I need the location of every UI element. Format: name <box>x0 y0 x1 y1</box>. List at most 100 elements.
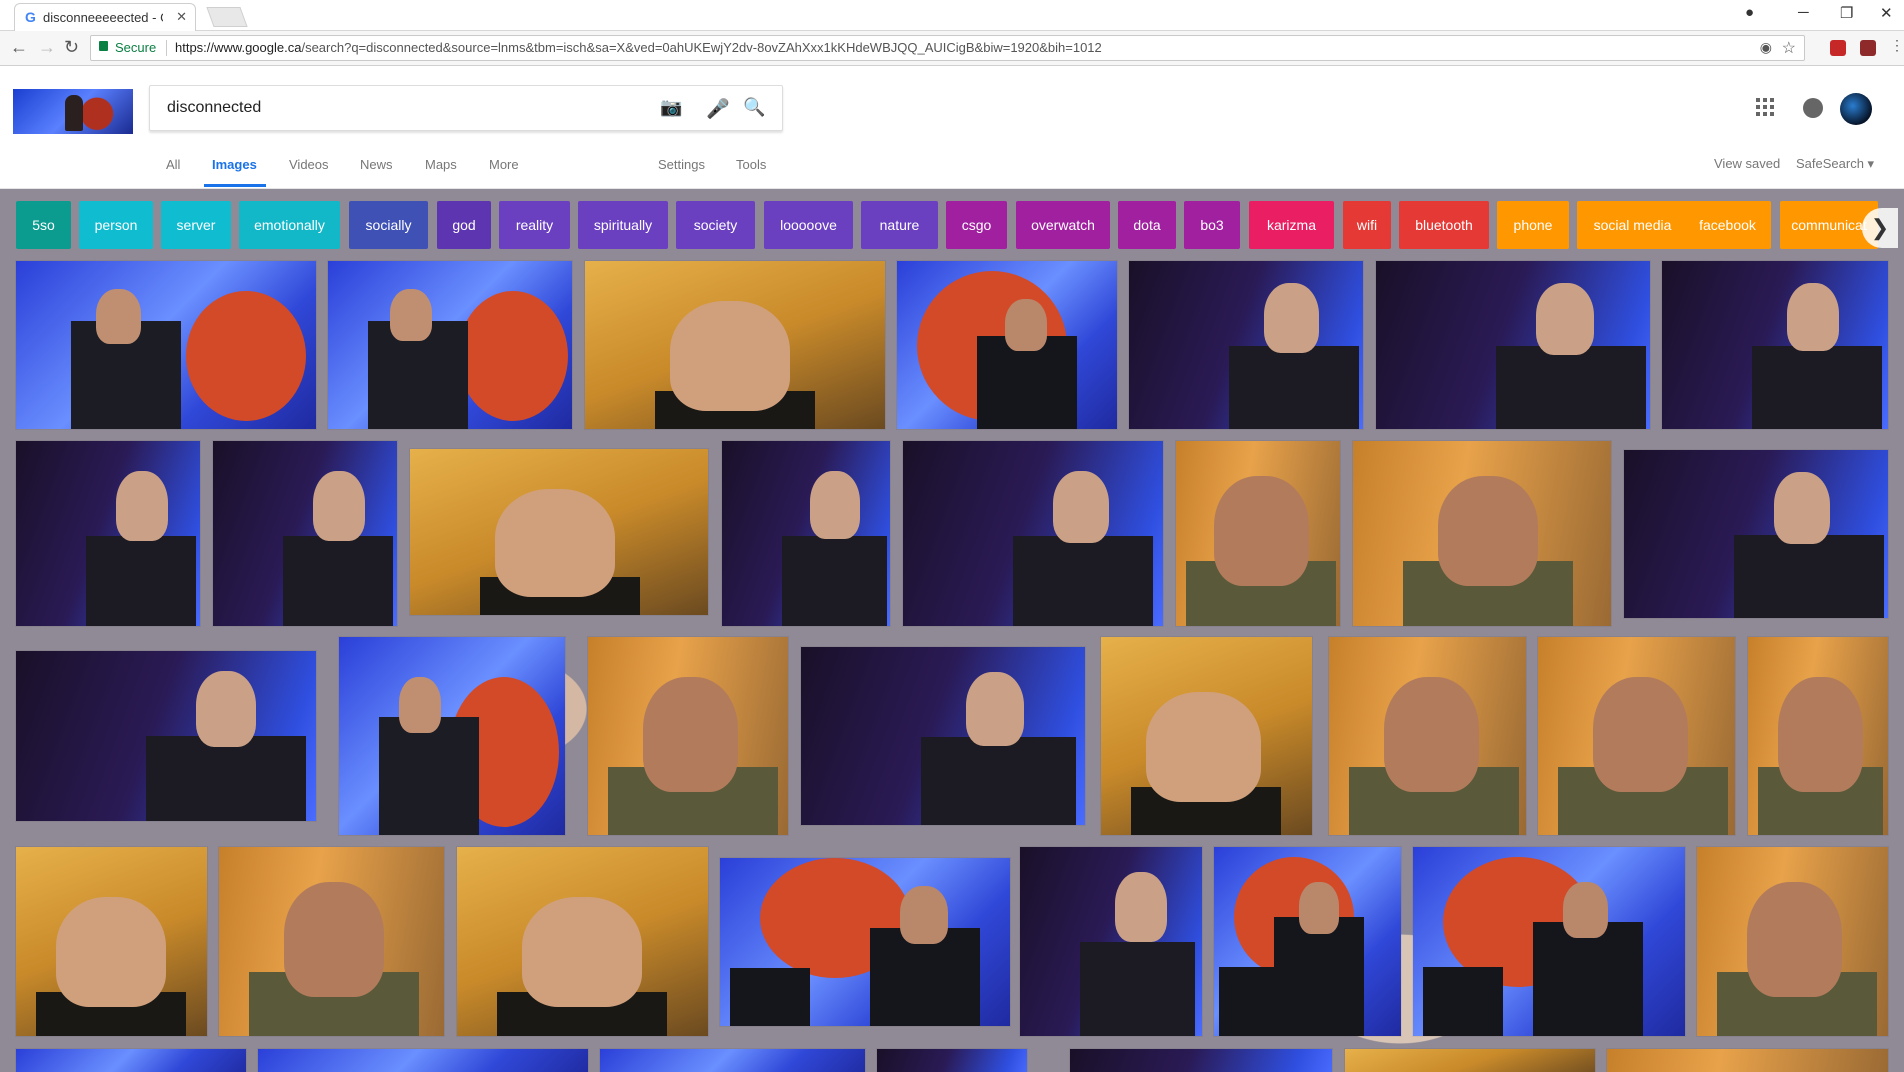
image-result[interactable] <box>1345 1049 1595 1072</box>
chip-phone[interactable]: phone <box>1497 201 1569 249</box>
account-avatar[interactable] <box>1840 93 1872 125</box>
chip-reality[interactable]: reality <box>499 201 570 249</box>
tab-images[interactable]: Images <box>212 157 257 172</box>
image-result[interactable] <box>897 261 1117 429</box>
doodle-logo-image[interactable] <box>13 89 133 134</box>
tab-title: disconneeeeected - Goo <box>43 10 163 25</box>
chip-dota[interactable]: dota <box>1118 201 1176 249</box>
image-result[interactable] <box>1607 1049 1888 1072</box>
search-icon[interactable]: 🔍 <box>743 97 765 118</box>
chip-next-arrow-icon[interactable]: ❯ <box>1862 208 1898 248</box>
tab-settings[interactable]: Settings <box>658 157 705 172</box>
image-result[interactable] <box>1101 637 1312 835</box>
chip-god[interactable]: god <box>437 201 491 249</box>
extension-icon[interactable] <box>1860 40 1876 56</box>
tab-strip: G disconneeeeected - Goo ✕ ● ─ ❐ ✕ <box>0 0 1904 31</box>
image-result[interactable] <box>722 441 890 626</box>
tab-more[interactable]: More <box>489 157 519 172</box>
chip-socially[interactable]: socially <box>349 201 428 249</box>
forward-icon[interactable]: → <box>38 37 56 58</box>
secure-label: Secure <box>115 40 157 55</box>
safesearch-toggle[interactable]: SafeSearch ▾ <box>1796 156 1874 172</box>
mic-icon[interactable]: 🎤 <box>706 97 730 121</box>
chip-5so[interactable]: 5so <box>16 201 71 249</box>
tab-videos[interactable]: Videos <box>289 157 329 172</box>
image-result[interactable] <box>1353 441 1611 626</box>
image-result[interactable] <box>600 1049 865 1072</box>
image-result[interactable] <box>1624 450 1888 618</box>
bookmark-star-icon[interactable]: ☆ <box>1782 38 1796 58</box>
image-result[interactable] <box>588 637 788 835</box>
image-result[interactable] <box>16 441 200 626</box>
notifications-bell-icon[interactable] <box>1803 98 1823 118</box>
apps-grid-icon[interactable] <box>1756 98 1774 116</box>
image-result[interactable] <box>410 449 708 615</box>
restore-button[interactable]: ❐ <box>1840 4 1853 22</box>
image-result[interactable] <box>328 261 572 429</box>
address-bar[interactable]: Secure https://www.google.ca/search?q=di… <box>90 35 1805 61</box>
image-result[interactable] <box>213 441 397 626</box>
image-result[interactable] <box>1329 637 1526 835</box>
image-result[interactable] <box>1214 847 1401 1036</box>
image-result[interactable] <box>1538 637 1735 835</box>
location-icon[interactable]: ◉ <box>1760 39 1772 56</box>
image-result[interactable] <box>585 261 885 429</box>
chip-spiritually[interactable]: spiritually <box>578 201 668 249</box>
chip-emotionally[interactable]: emotionally <box>239 201 340 249</box>
image-result[interactable] <box>877 1049 1027 1072</box>
image-result[interactable] <box>1376 261 1650 429</box>
reload-icon[interactable]: ↻ <box>64 37 79 58</box>
image-result[interactable] <box>1176 441 1340 626</box>
extension-icon[interactable] <box>1830 40 1846 56</box>
minimize-button[interactable]: ─ <box>1798 4 1809 21</box>
image-result[interactable] <box>16 847 207 1036</box>
image-result[interactable] <box>903 441 1163 626</box>
image-result[interactable] <box>16 651 316 821</box>
image-result[interactable] <box>1748 637 1888 835</box>
chip-overwatch[interactable]: overwatch <box>1016 201 1110 249</box>
menu-icon[interactable]: ⋮ <box>1890 37 1904 54</box>
close-window-button[interactable]: ✕ <box>1880 4 1893 22</box>
new-tab-button[interactable] <box>206 7 248 27</box>
image-result[interactable] <box>1413 847 1685 1036</box>
image-result[interactable] <box>1129 261 1363 429</box>
url-text[interactable]: https://www.google.ca/search?q=disconnec… <box>175 40 1102 55</box>
image-result[interactable] <box>339 637 565 835</box>
image-result[interactable] <box>457 847 708 1036</box>
browser-tab[interactable]: G disconneeeeected - Goo ✕ <box>14 3 196 31</box>
profile-icon[interactable]: ● <box>1745 4 1754 21</box>
search-input[interactable] <box>165 96 639 120</box>
chip-looooove[interactable]: looooove <box>764 201 853 249</box>
tab-tools[interactable]: Tools <box>736 157 766 172</box>
chip-bluetooth[interactable]: bluetooth <box>1399 201 1489 249</box>
tab-all[interactable]: All <box>166 157 180 172</box>
image-result[interactable] <box>720 858 1010 1026</box>
image-result[interactable] <box>1070 1049 1332 1072</box>
chip-society[interactable]: society <box>676 201 755 249</box>
image-result[interactable] <box>16 1049 246 1072</box>
tab-news[interactable]: News <box>360 157 393 172</box>
camera-icon[interactable]: 📷 <box>660 97 682 118</box>
chip-wifi[interactable]: wifi <box>1343 201 1391 249</box>
back-icon[interactable]: ← <box>10 37 28 58</box>
image-result[interactable] <box>1662 261 1888 429</box>
chip-karizma[interactable]: karizma <box>1249 201 1334 249</box>
image-result[interactable] <box>219 847 444 1036</box>
tab-maps[interactable]: Maps <box>425 157 457 172</box>
chip-person[interactable]: person <box>79 201 153 249</box>
image-result[interactable] <box>801 647 1085 825</box>
image-results: 5so person server emotionally socially g… <box>0 189 1904 1072</box>
chip-csgo[interactable]: csgo <box>946 201 1007 249</box>
chip-bo3[interactable]: bo3 <box>1184 201 1240 249</box>
image-result[interactable] <box>1697 847 1888 1036</box>
image-result[interactable] <box>258 1049 588 1072</box>
view-saved-link[interactable]: View saved <box>1714 156 1780 171</box>
image-result[interactable] <box>1020 847 1202 1036</box>
chip-server[interactable]: server <box>161 201 231 249</box>
lock-icon <box>99 41 108 51</box>
tab-close-icon[interactable]: ✕ <box>176 9 187 25</box>
chip-social-media[interactable]: social media <box>1577 201 1688 249</box>
image-result[interactable] <box>16 261 316 429</box>
chip-facebook[interactable]: facebook <box>1684 201 1771 249</box>
chip-nature[interactable]: nature <box>861 201 938 249</box>
